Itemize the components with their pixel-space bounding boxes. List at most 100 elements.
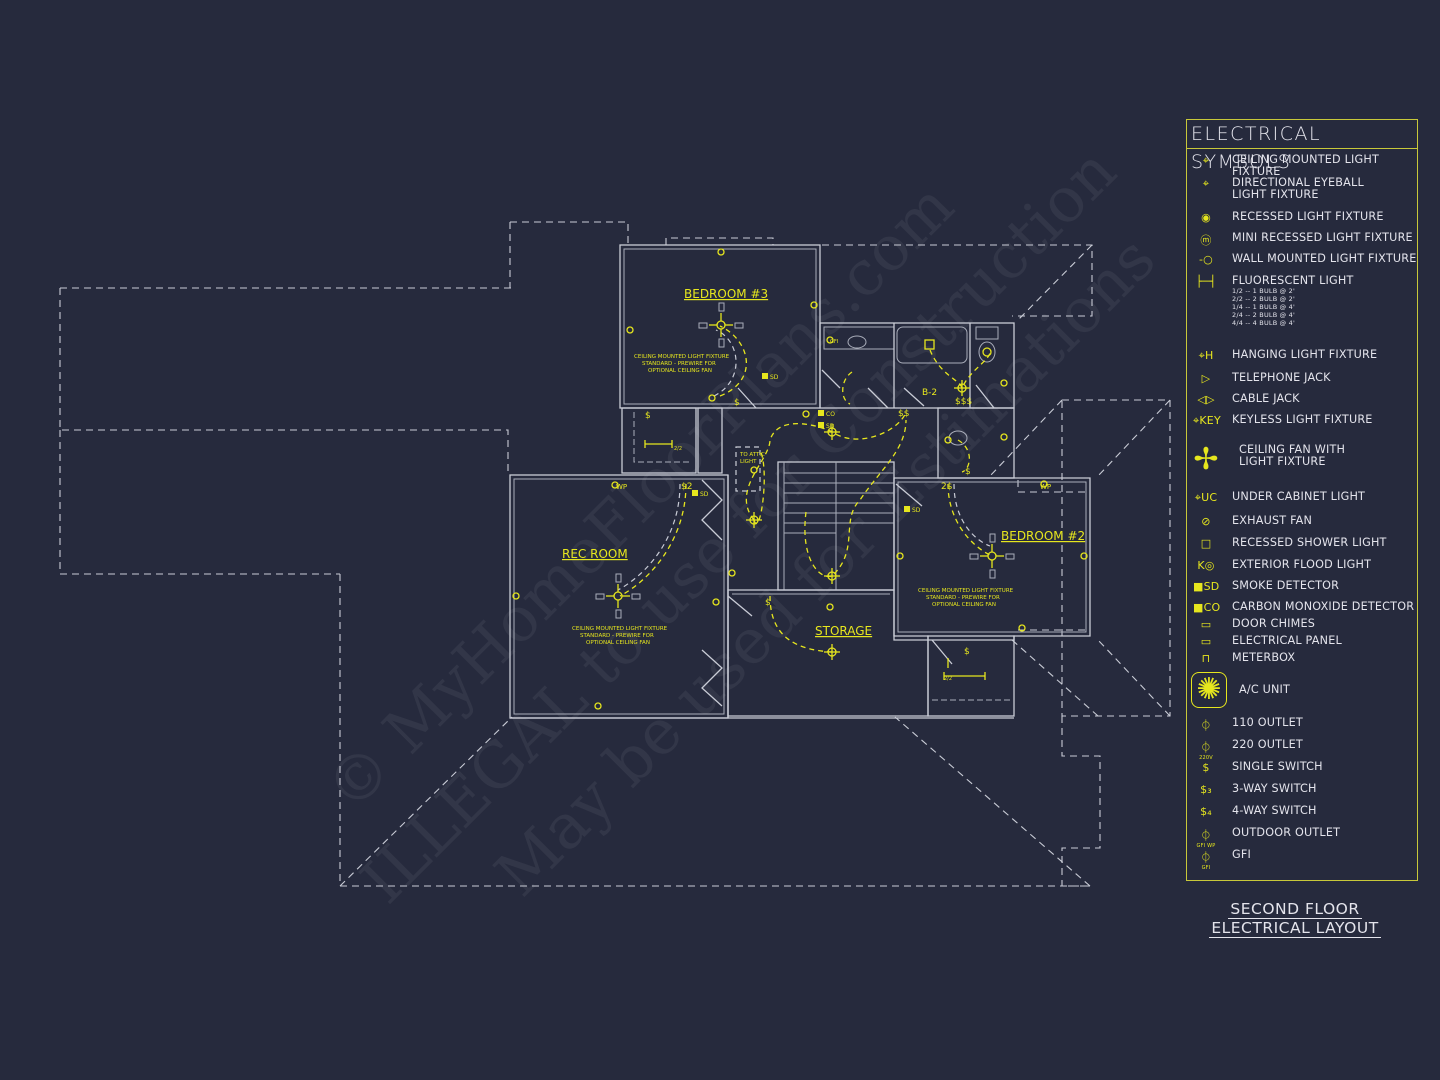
svg-text:$$: $$ <box>898 409 909 419</box>
fan-note-line: STANDARD - PREWIRE FOR <box>580 633 654 639</box>
hanging-light-icon: ⌖H <box>1198 349 1214 362</box>
legend-item-label: DIRECTIONAL EYEBALL LIGHT FIXTURE <box>1232 176 1364 201</box>
svg-text:$: $ <box>964 647 970 657</box>
svg-text:2$: 2$ <box>941 482 952 492</box>
svg-text:$$$: $$$ <box>955 397 972 407</box>
legend-item-label: OUTDOOR OUTLET <box>1232 826 1341 839</box>
gfi-label: GFI <box>830 339 838 345</box>
keyless-light-icon: ⌖KEY <box>1193 414 1221 427</box>
svg-text:$: $ <box>765 598 771 608</box>
svg-text:$2: $2 <box>681 482 692 492</box>
legend-item-label: CABLE JACK <box>1232 392 1300 405</box>
legend-title: ELECTRICAL SYMBOLS <box>1187 120 1417 173</box>
outlet-220-icon: ⏀ 220V <box>1199 741 1213 761</box>
sd-label: SD <box>700 491 709 498</box>
ceiling-light-icon: ⌖ <box>1202 154 1210 167</box>
wp-outlet-label: WP <box>1040 483 1051 491</box>
legend-item-label: 220 OUTLET <box>1232 738 1303 751</box>
legend-item-label: 110 OUTLET <box>1232 716 1303 729</box>
smoke-detector-icon: ■SD <box>1193 580 1220 593</box>
svg-text:$: $ <box>645 411 651 421</box>
room-label-bedroom3: BEDROOM #3 <box>684 287 768 301</box>
sd-label: SD <box>826 423 835 430</box>
room-label-rec-room: REC ROOM <box>562 547 628 561</box>
legend-item-label: RECESSED SHOWER LIGHT <box>1232 536 1387 549</box>
ac-unit-icon: ✺ <box>1191 672 1227 708</box>
legend-item-label: SINGLE SWITCH <box>1232 760 1323 773</box>
legend-item-label: KEYLESS LIGHT FIXTURE <box>1232 413 1373 426</box>
svg-text:$: $ <box>734 398 740 408</box>
legend-item-label: 3-WAY SWITCH <box>1232 782 1317 795</box>
legend-item-label: EXTERIOR FLOOD LIGHT <box>1232 558 1372 571</box>
electrical-symbols-legend: ELECTRICAL SYMBOLS ⌖ CEILING MOUNTED LIGH… <box>1186 119 1418 881</box>
fan-note-line: OPTIONAL CEILING FAN <box>648 368 712 374</box>
legend-item-label: CEILING FAN WITH LIGHT FIXTURE <box>1239 443 1346 468</box>
ceiling-fan-bedroom3 <box>698 302 744 348</box>
sheet-title-line1: SECOND FLOOR <box>1228 900 1362 919</box>
fan-note-line: OPTIONAL CEILING FAN <box>932 602 996 608</box>
four-way-switch-icon: $₄ <box>1200 805 1212 818</box>
electrical-panel-icon: ▭ <box>1200 635 1212 648</box>
watermark: © MyHomeFloorPlans.com ILLEGAL to use fo… <box>311 134 1169 917</box>
meterbox-icon: ⊓ <box>1201 652 1211 665</box>
smoke-detector-bedroom3 <box>762 373 768 379</box>
fan-note-line: CEILING MOUNTED LIGHT FIXTURE <box>572 626 668 632</box>
fluorescent-light-icon: ├─┤ <box>1195 275 1217 288</box>
legend-item-label: TELEPHONE JACK <box>1232 371 1331 384</box>
legend-item-label: RECESSED LIGHT FIXTURE <box>1232 210 1384 223</box>
single-switch-icon: $ <box>1202 761 1210 774</box>
fan-note-line: OPTIONAL CEILING FAN <box>586 640 650 646</box>
svg-text:$: $ <box>965 467 971 477</box>
wall-light-icon: -○ <box>1199 253 1213 266</box>
legend-item-label: WALL MOUNTED LIGHT FIXTURE <box>1232 252 1417 265</box>
fan-note-line: CEILING MOUNTED LIGHT FIXTURE <box>918 588 1014 594</box>
legend-item-label: CEILING MOUNTED LIGHT FIXTURE <box>1232 153 1380 178</box>
smoke-detector-bedroom2 <box>904 506 910 512</box>
legend-item-label: 4-WAY SWITCH <box>1232 804 1317 817</box>
sheet-title-line2: ELECTRICAL LAYOUT <box>1209 919 1381 938</box>
legend-item-label: CARBON MONOXIDE DETECTOR <box>1232 600 1415 613</box>
legend-item-label: DOOR CHIMES <box>1232 617 1316 630</box>
under-cabinet-light-icon: ⌖UC <box>1194 491 1218 504</box>
attic-label-1: TO ATTIC <box>739 452 765 458</box>
ceiling-light-storage <box>824 644 840 660</box>
exhaust-fan-icon: ⊘ <box>1201 515 1211 528</box>
smoke-detector-rec <box>692 490 698 496</box>
legend-item-label: FLUORESCENT LIGHT 1/2 -- 1 BULB @ 2' 2/2 -… <box>1232 274 1354 328</box>
legend-item-label: A/C UNIT <box>1239 683 1291 696</box>
fan-note-line: CEILING MOUNTED LIGHT FIXTURE <box>634 354 730 360</box>
sheet-title: SECOND FLOOR ELECTRICAL LAYOUT <box>1190 900 1400 938</box>
recessed-shower-light-icon: □ <box>1200 537 1212 550</box>
outlet-110-icon: ⏀ <box>1200 719 1212 732</box>
watermark-line2: ILLEGAL to use for Construction <box>347 134 1130 917</box>
sd-label: SD <box>912 507 921 514</box>
fan-note-line: STANDARD - PREWIRE FOR <box>642 361 716 367</box>
legend-item-label: UNDER CABINET LIGHT <box>1232 490 1366 503</box>
closet-dim: 2/2 <box>944 676 952 682</box>
legend-item-label: GFI <box>1232 848 1252 861</box>
recessed-light-icon: ◉ <box>1201 211 1211 224</box>
gfi-outlet-icon: ⏀ GFI <box>1200 851 1212 871</box>
attic-label-2: LIGHT <box>740 459 757 465</box>
eyeball-light-icon: ⌖ <box>1202 177 1210 190</box>
co-label: CO <box>826 411 835 418</box>
door-chimes-icon: ▭ <box>1200 618 1212 631</box>
legend-item-label: SMOKE DETECTOR <box>1232 579 1340 592</box>
ceiling-fan-icon: ✢ <box>1193 442 1219 477</box>
legend-item-label: MINI RECESSED LIGHT FIXTURE <box>1232 231 1413 244</box>
wp-outlet-label: WP <box>616 483 627 491</box>
three-way-switch-icon: $₃ <box>1200 783 1212 796</box>
closet-dim: 2/2 <box>674 446 682 452</box>
telephone-jack-icon: ▷ <box>1201 372 1211 385</box>
legend-item-label: METERBOX <box>1232 651 1296 664</box>
room-label-bath: B-2 <box>922 388 937 398</box>
co-detector-hall <box>818 410 824 416</box>
mini-recessed-light-icon: ⓜ <box>1200 234 1212 247</box>
sd-label: SD <box>770 374 779 381</box>
room-label-bedroom2: BEDROOM #2 <box>1001 529 1085 543</box>
exterior-flood-light-icon: K◎ <box>1197 559 1215 572</box>
fan-note-line: STANDARD - PREWIRE FOR <box>926 595 1000 601</box>
room-label-storage: STORAGE <box>815 624 872 638</box>
co-detector-icon: ■CO <box>1193 601 1221 614</box>
outdoor-outlet-icon: ⏀ GFI WP <box>1196 829 1216 849</box>
